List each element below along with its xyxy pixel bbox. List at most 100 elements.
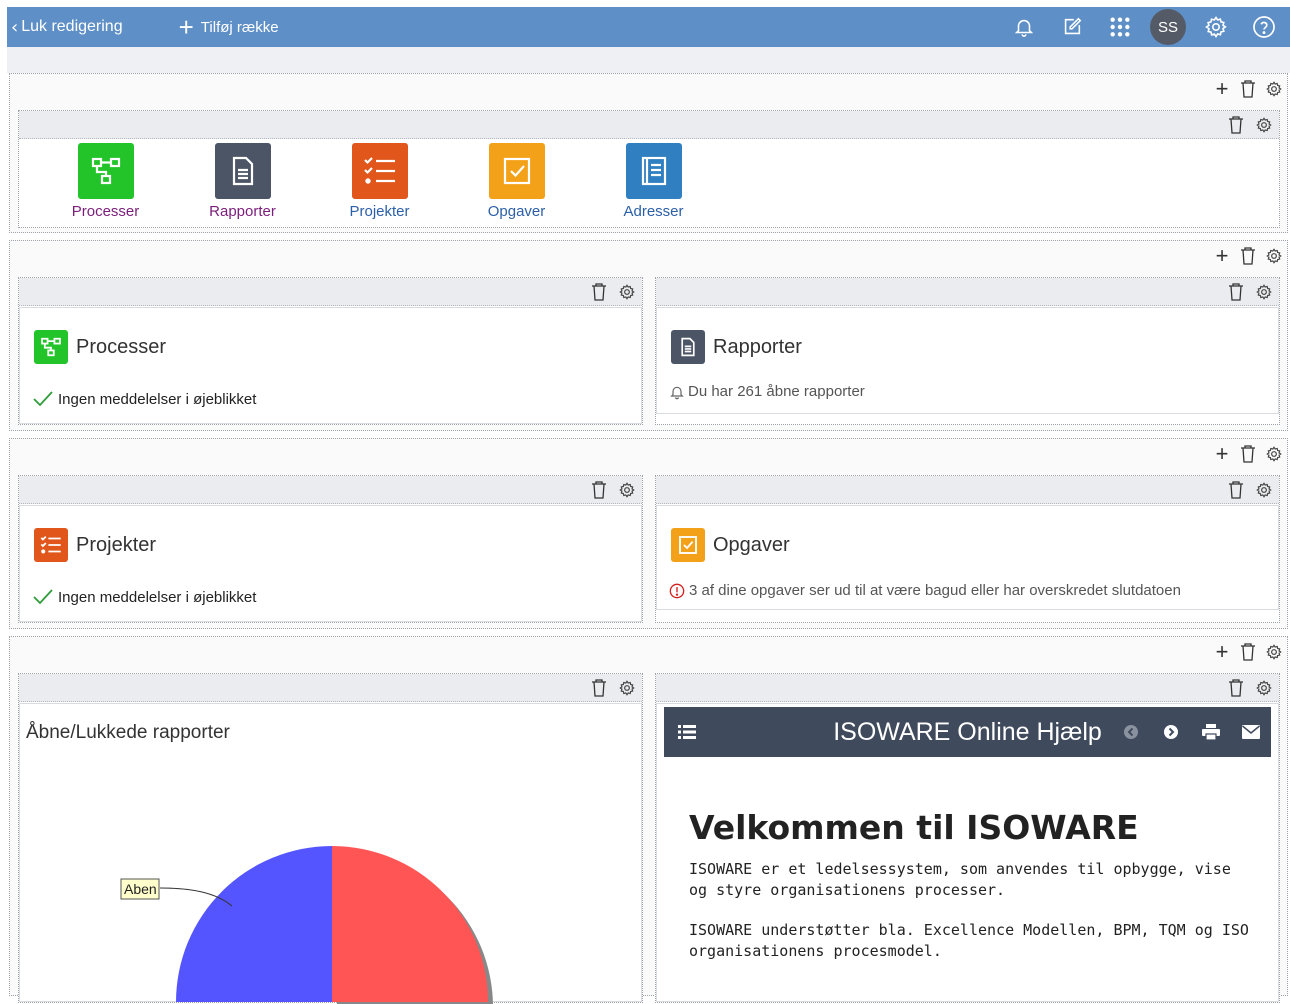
widget-cell-rapporter: Rapporter Du har 261 åbne rapporter xyxy=(655,277,1280,425)
widget-title[interactable]: Processer xyxy=(34,330,166,364)
user-avatar[interactable]: SS xyxy=(1150,9,1186,45)
checkbox-icon xyxy=(488,143,545,199)
print-icon[interactable] xyxy=(1201,722,1221,742)
email-icon[interactable] xyxy=(1241,722,1261,742)
widget-cell-processer: Processer Ingen meddelelser i øjeblikket xyxy=(18,277,643,425)
pie-slice-red xyxy=(332,846,488,1002)
bell-icon[interactable] xyxy=(1012,15,1036,39)
trash-icon[interactable] xyxy=(590,679,608,697)
trash-icon[interactable] xyxy=(1227,481,1245,499)
add-row-label: Tilføj række xyxy=(200,18,279,36)
trash-icon[interactable] xyxy=(1227,283,1245,301)
forward-icon[interactable] xyxy=(1161,722,1181,742)
widget-message: 3 af dine opgaver ser ud til at være bag… xyxy=(669,582,1181,599)
gear-icon[interactable] xyxy=(1255,481,1273,499)
quicklink-projekter[interactable]: Projekter xyxy=(311,143,448,220)
checklist-icon xyxy=(351,143,408,199)
widget-cell-chart: Åbne/Lukkede rapporter Aben xyxy=(18,673,643,1004)
gear-icon[interactable] xyxy=(1255,679,1273,697)
annotation-label: Aben xyxy=(124,881,157,897)
quicklink-processer[interactable]: Processer xyxy=(37,143,174,220)
address-book-icon xyxy=(625,143,682,199)
widget-message: Ingen meddelelser i øjeblikket xyxy=(32,390,256,408)
header-spacer xyxy=(7,47,1290,73)
widget-title-text: Rapporter xyxy=(713,335,802,358)
trash-icon[interactable] xyxy=(1227,116,1245,134)
help-icon[interactable] xyxy=(1252,15,1276,39)
settings-icon[interactable] xyxy=(1204,15,1228,39)
widget-message-text: Ingen meddelelser i øjeblikket xyxy=(58,390,257,408)
widget-message-text: Du har 261 åbne rapporter xyxy=(688,383,865,400)
warning-icon xyxy=(669,583,685,598)
add-row-button[interactable]: + Tilføj række xyxy=(179,14,279,40)
gear-icon[interactable] xyxy=(1265,643,1283,661)
apps-grid-icon[interactable] xyxy=(1108,15,1132,39)
help-widget: ISOWARE Online Hjælp Velkommen til ISOWA… xyxy=(656,703,1279,1002)
help-paragraph-1: ISOWARE er et ledelsessystem, som anvend… xyxy=(689,860,1231,899)
gear-icon[interactable] xyxy=(1265,247,1283,265)
quicklink-label: Processer xyxy=(71,203,140,220)
chevron-left-icon: ‹ xyxy=(11,16,19,38)
checkmark-icon xyxy=(33,589,53,605)
processer-widget: Processer Ingen meddelelser i øjeblikket xyxy=(19,307,642,424)
add-cell-icon[interactable]: + xyxy=(1213,443,1231,465)
widget-message: Du har 261 åbne rapporter xyxy=(669,383,865,400)
quicklink-label: Adresser xyxy=(623,203,684,220)
bell-icon xyxy=(670,386,684,399)
trash-icon[interactable] xyxy=(1239,445,1257,463)
edit-icon[interactable] xyxy=(1060,15,1084,39)
widget-cell-projekter: Projekter Ingen meddelelser i øjeblikket xyxy=(18,475,643,623)
add-cell-icon[interactable]: + xyxy=(1213,245,1231,267)
quicklink-adresser[interactable]: Adresser xyxy=(585,143,722,220)
quicklink-label: Projekter xyxy=(349,203,410,220)
opgaver-widget: Opgaver 3 af dine opgaver ser ud til at … xyxy=(656,505,1279,610)
widget-title[interactable]: Opgaver xyxy=(671,528,790,562)
chart-widget: Åbne/Lukkede rapporter Aben xyxy=(19,703,642,1004)
pie-chart: Aben xyxy=(120,846,493,1004)
close-edit-label: Luk redigering xyxy=(21,18,123,35)
help-paragraph-2: ISOWARE understøtter bla. Excellence Mod… xyxy=(689,921,1249,960)
add-cell-icon[interactable]: + xyxy=(1213,641,1231,663)
add-cell-icon[interactable]: + xyxy=(1213,78,1231,100)
gear-icon[interactable] xyxy=(618,481,636,499)
widget-title[interactable]: Rapporter xyxy=(671,330,802,364)
trash-icon[interactable] xyxy=(1227,679,1245,697)
widget-title-text: Processer xyxy=(76,335,167,358)
quicklink-opgaver[interactable]: Opgaver xyxy=(448,143,585,220)
layout-row-1: + Processer Rapporter Projekter Opgaver … xyxy=(9,73,1288,233)
quicklink-label: Opgaver xyxy=(487,203,546,220)
widget-title[interactable]: Projekter xyxy=(34,528,156,562)
top-toolbar: ‹ Luk redigering + Tilføj række SS xyxy=(7,7,1290,47)
plus-icon: + xyxy=(178,12,194,42)
help-heading: Velkommen til ISOWARE xyxy=(689,808,1139,847)
rapporter-widget: Rapporter Du har 261 åbne rapporter xyxy=(656,307,1279,414)
process-icon xyxy=(34,330,68,364)
menu-list-icon[interactable] xyxy=(678,725,696,739)
quicklink-label: Rapporter xyxy=(209,203,276,220)
gear-icon[interactable] xyxy=(1265,445,1283,463)
document-icon xyxy=(214,143,271,199)
close-edit-button[interactable]: ‹ Luk redigering xyxy=(11,17,123,38)
gear-icon[interactable] xyxy=(1255,116,1273,134)
quicklinks-list: Processer Rapporter Projekter Opgaver Ad… xyxy=(19,139,1279,220)
layout-row-2: + Processer Ingen meddelelser i øjeblikk… xyxy=(9,240,1288,431)
trash-icon[interactable] xyxy=(590,481,608,499)
quicklink-rapporter[interactable]: Rapporter xyxy=(174,143,311,220)
checklist-icon xyxy=(34,528,68,562)
trash-icon[interactable] xyxy=(1239,247,1257,265)
trash-icon[interactable] xyxy=(590,283,608,301)
trash-icon[interactable] xyxy=(1239,643,1257,661)
back-icon[interactable] xyxy=(1121,722,1141,742)
gear-icon[interactable] xyxy=(1255,283,1273,301)
widget-message-text: 3 af dine opgaver ser ud til at være bag… xyxy=(689,582,1181,599)
gear-icon[interactable] xyxy=(618,283,636,301)
document-icon xyxy=(671,330,705,364)
widget-title-text: Projekter xyxy=(76,533,157,556)
gear-icon[interactable] xyxy=(1265,80,1283,98)
widget-message: Ingen meddelelser i øjeblikket xyxy=(32,588,256,606)
widget-cell-help: ISOWARE Online Hjælp Velkommen til ISOWA… xyxy=(655,673,1280,1003)
trash-icon[interactable] xyxy=(1239,80,1257,98)
checkbox-icon xyxy=(671,528,705,562)
gear-icon[interactable] xyxy=(618,679,636,697)
widget-cell-opgaver: Opgaver 3 af dine opgaver ser ud til at … xyxy=(655,475,1280,623)
